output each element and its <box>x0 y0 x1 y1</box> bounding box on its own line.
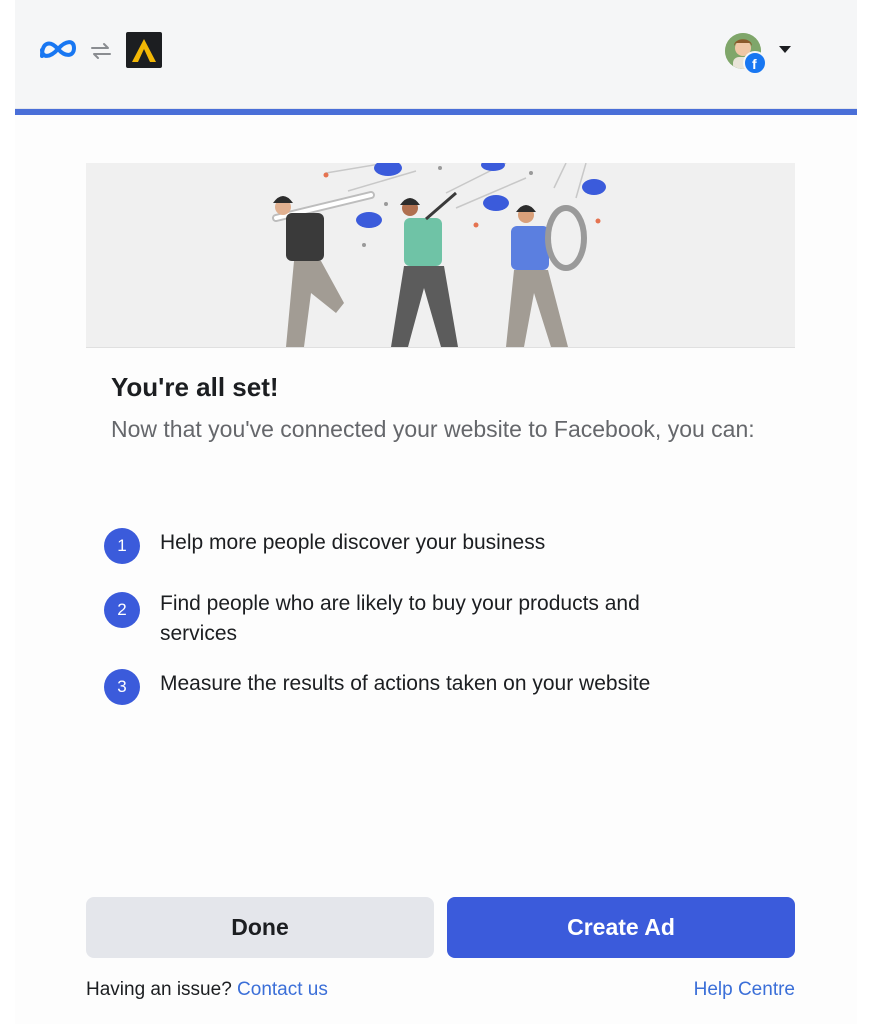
list-item: 3 Measure the results of actions taken o… <box>104 669 760 705</box>
step-number-badge: 3 <box>104 669 140 705</box>
sync-arrows-icon <box>91 43 111 59</box>
step-text: Help more people discover your business <box>160 531 546 554</box>
contact-us-link[interactable]: Contact us <box>237 979 328 1000</box>
accent-divider <box>15 109 857 115</box>
list-item: 1 Help more people discover your busines… <box>104 528 760 564</box>
create-ad-button[interactable]: Create Ad <box>447 897 795 958</box>
app-logo-icon <box>126 32 162 68</box>
step-text: Find people who are likely to buy your p… <box>160 592 640 645</box>
step-text: Measure the results of actions taken on … <box>160 672 651 695</box>
svg-text:f: f <box>752 56 757 72</box>
step-number-badge: 1 <box>104 528 140 564</box>
done-button[interactable]: Done <box>86 897 434 958</box>
caret-down-icon[interactable] <box>779 46 791 53</box>
list-item: 2 Find people who are likely to buy your… <box>104 589 720 649</box>
step-number-badge: 2 <box>104 592 140 628</box>
page-subtitle: Now that you've connected your website t… <box>111 416 755 442</box>
page-title: You're all set! <box>111 372 279 402</box>
dialog-frame <box>15 0 857 1024</box>
meta-logo-icon <box>40 40 77 58</box>
facebook-badge-icon: f <box>743 51 767 75</box>
hero-illustration <box>86 163 795 348</box>
issue-text: Having an issue? <box>86 979 238 1000</box>
issue-prompt: Having an issue? Contact us <box>86 979 328 1001</box>
help-centre-link[interactable]: Help Centre <box>694 979 795 1001</box>
